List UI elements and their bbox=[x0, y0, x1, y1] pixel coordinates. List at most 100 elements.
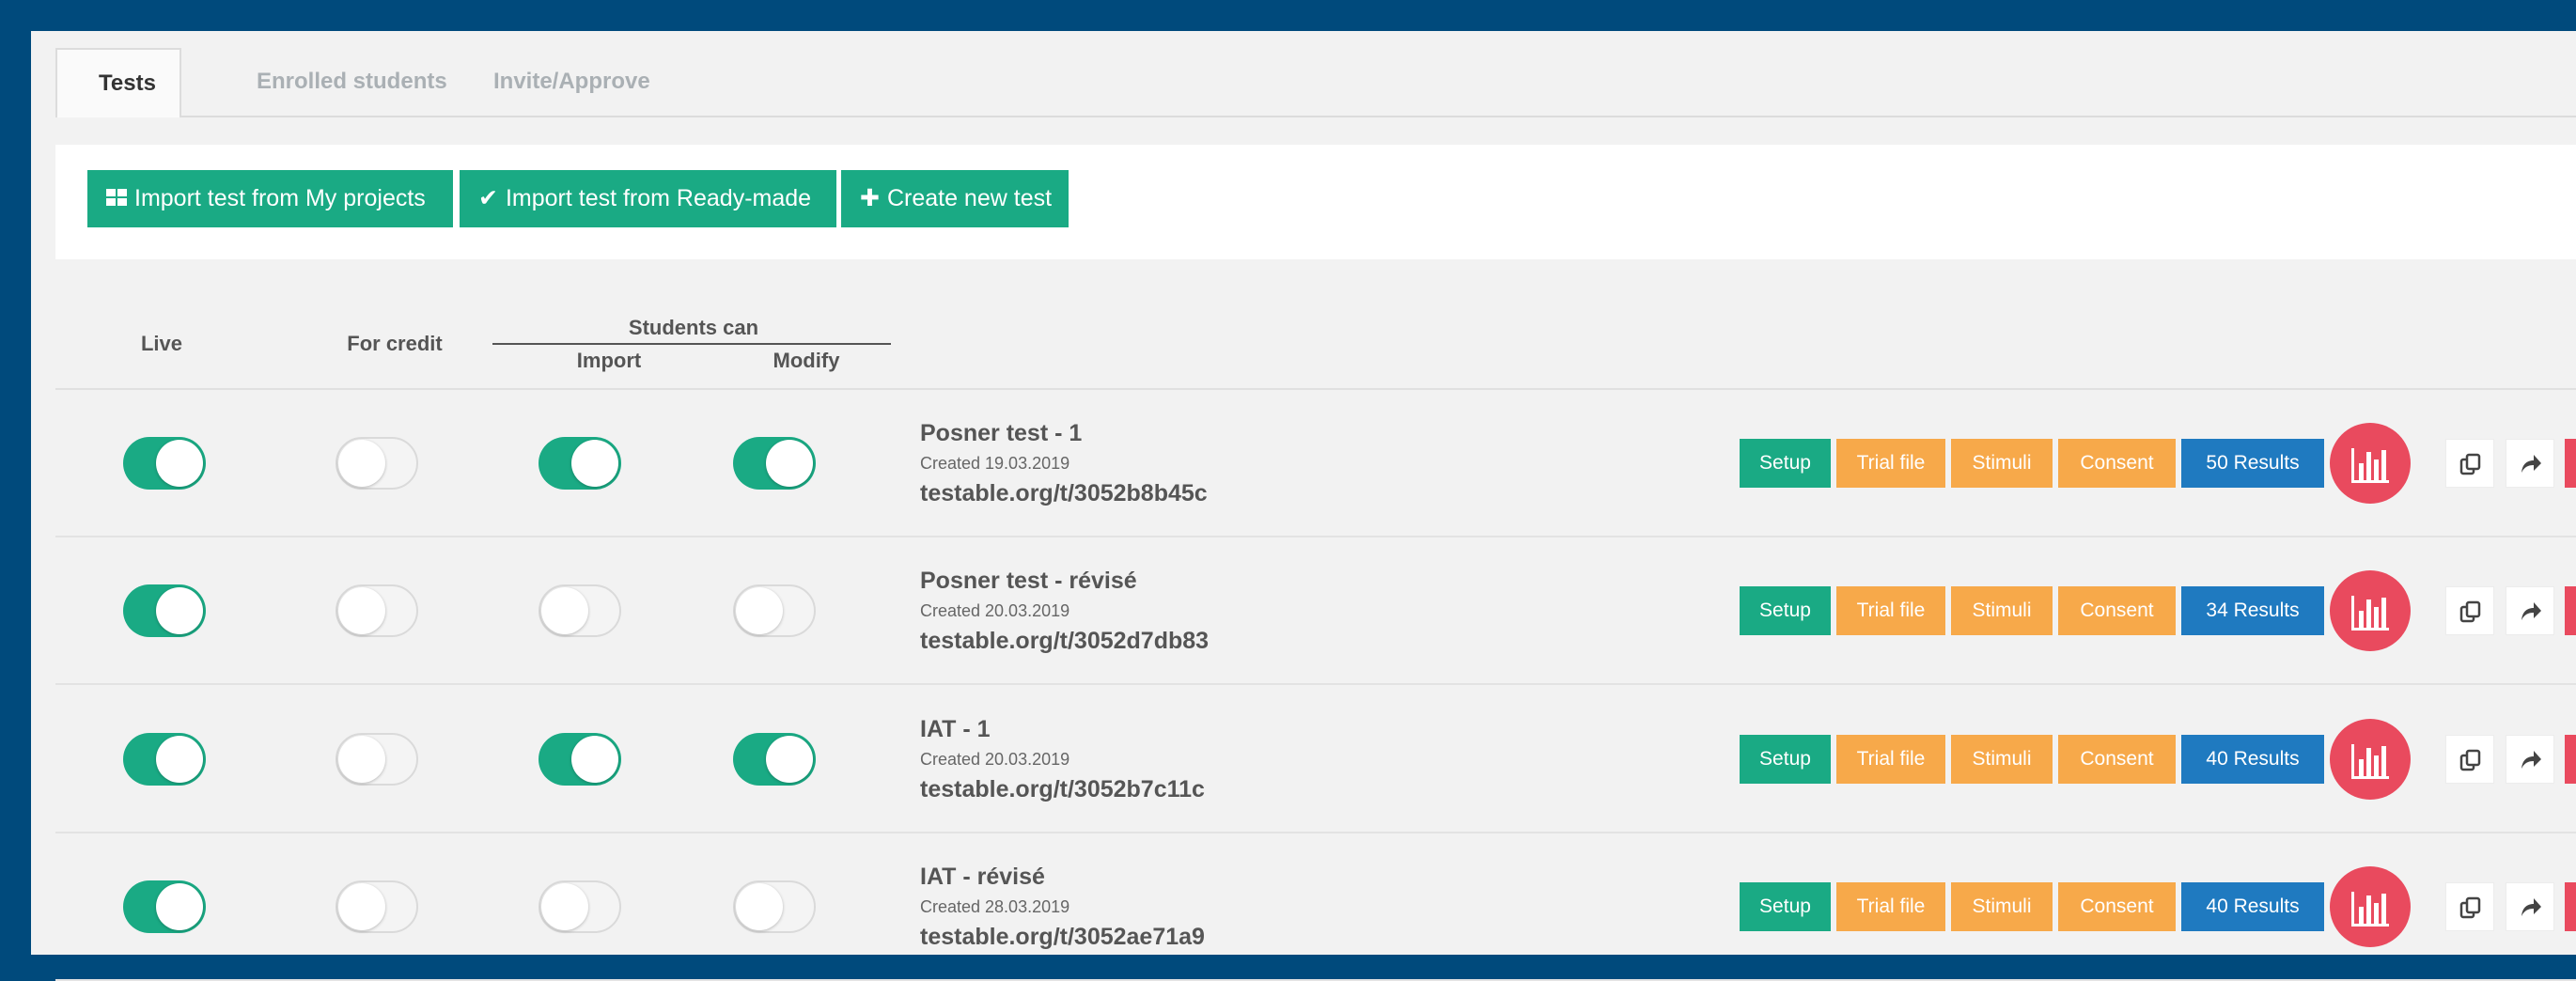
setup-button[interactable]: Setup bbox=[1740, 735, 1831, 784]
for-credit-toggle[interactable] bbox=[336, 733, 418, 786]
copy-icon bbox=[2459, 896, 2481, 919]
tab-tests[interactable]: Tests bbox=[55, 48, 181, 117]
stimuli-button[interactable]: Stimuli bbox=[1951, 439, 2053, 488]
test-url-link[interactable]: testable.org/t/3052b7c11c bbox=[920, 776, 1205, 803]
results-button[interactable]: 34 Results bbox=[2181, 586, 2324, 635]
table-row: Posner test - révisé Created 20.03.2019 te… bbox=[55, 537, 2576, 685]
stimuli-button[interactable]: Stimuli bbox=[1951, 735, 2053, 784]
share-button[interactable] bbox=[2506, 586, 2554, 635]
create-new-test-label: Create new test bbox=[886, 185, 1053, 211]
for-credit-toggle[interactable] bbox=[336, 880, 418, 933]
test-url-link[interactable]: testable.org/t/3052d7db83 bbox=[920, 628, 1209, 655]
results-button[interactable]: 40 Results bbox=[2181, 882, 2324, 931]
analytics-button[interactable] bbox=[2330, 866, 2411, 947]
import-from-projects-label: Import test from My projects bbox=[134, 185, 426, 211]
test-name[interactable]: Posner test - révisé bbox=[920, 568, 1137, 595]
share-arrow-icon bbox=[2521, 751, 2541, 769]
tab-bar: Tests Enrolled students Invite/Approve bbox=[55, 48, 2576, 117]
setup-button[interactable]: Setup bbox=[1740, 586, 1831, 635]
setup-button[interactable]: Setup bbox=[1740, 882, 1831, 931]
results-button[interactable]: 50 Results bbox=[2181, 439, 2324, 488]
import-toggle[interactable] bbox=[539, 880, 621, 933]
live-toggle[interactable] bbox=[123, 584, 206, 637]
bar-chart-icon bbox=[2351, 892, 2389, 926]
import-from-readymade-button[interactable]: ✔ Import test from Ready-made bbox=[460, 170, 836, 227]
toggle-knob bbox=[338, 587, 385, 634]
test-name[interactable]: IAT - révisé bbox=[920, 864, 1045, 891]
modify-toggle[interactable] bbox=[733, 584, 816, 637]
stimuli-button[interactable]: Stimuli bbox=[1951, 882, 2053, 931]
delete-button[interactable] bbox=[2565, 586, 2576, 635]
consent-button[interactable]: Consent bbox=[2058, 586, 2176, 635]
share-arrow-icon bbox=[2521, 455, 2541, 473]
import-toggle[interactable] bbox=[539, 437, 621, 490]
toggle-knob bbox=[156, 587, 203, 634]
table-row: Posner test - 1 Created 19.03.2019 testabl… bbox=[55, 390, 2576, 537]
modify-toggle[interactable] bbox=[733, 880, 816, 933]
analytics-button[interactable] bbox=[2330, 719, 2411, 800]
delete-button[interactable] bbox=[2565, 882, 2576, 931]
toggle-knob bbox=[156, 883, 203, 930]
modify-toggle[interactable] bbox=[733, 733, 816, 786]
import-toggle[interactable] bbox=[539, 584, 621, 637]
consent-button[interactable]: Consent bbox=[2058, 735, 2176, 784]
students-can-divider bbox=[492, 343, 891, 345]
copy-button[interactable] bbox=[2445, 439, 2494, 488]
toggle-knob bbox=[736, 587, 783, 634]
toggle-knob bbox=[571, 440, 618, 487]
trial-file-button[interactable]: Trial file bbox=[1836, 735, 1945, 784]
toggle-knob bbox=[541, 587, 588, 634]
tab-invite-approve[interactable]: Invite/Approve bbox=[452, 48, 692, 116]
share-button[interactable] bbox=[2506, 439, 2554, 488]
modify-toggle[interactable] bbox=[733, 437, 816, 490]
create-new-test-button[interactable]: ✚ Create new test bbox=[841, 170, 1069, 227]
analytics-button[interactable] bbox=[2330, 423, 2411, 504]
consent-button[interactable]: Consent bbox=[2058, 882, 2176, 931]
copy-button[interactable] bbox=[2445, 735, 2494, 784]
consent-button[interactable]: Consent bbox=[2058, 439, 2176, 488]
toggle-knob bbox=[766, 440, 813, 487]
live-toggle[interactable] bbox=[123, 880, 206, 933]
for-credit-toggle[interactable] bbox=[336, 584, 418, 637]
delete-button[interactable] bbox=[2565, 439, 2576, 488]
copy-icon bbox=[2459, 749, 2481, 771]
test-created-date: Created 20.03.2019 bbox=[920, 750, 1070, 769]
live-toggle[interactable] bbox=[123, 437, 206, 490]
main-panel: Tests Enrolled students Invite/Approve I… bbox=[31, 31, 2576, 981]
delete-button[interactable] bbox=[2565, 735, 2576, 784]
column-live: Live bbox=[140, 332, 183, 355]
copy-button[interactable] bbox=[2445, 882, 2494, 931]
results-button[interactable]: 40 Results bbox=[2181, 735, 2324, 784]
stimuli-button[interactable]: Stimuli bbox=[1951, 586, 2053, 635]
analytics-button[interactable] bbox=[2330, 570, 2411, 651]
trial-file-button[interactable]: Trial file bbox=[1836, 882, 1945, 931]
toggle-knob bbox=[156, 440, 203, 487]
bar-chart-icon bbox=[2351, 744, 2389, 779]
for-credit-toggle[interactable] bbox=[336, 437, 418, 490]
toggle-knob bbox=[338, 736, 385, 783]
test-name[interactable]: IAT - 1 bbox=[920, 716, 991, 743]
copy-button[interactable] bbox=[2445, 586, 2494, 635]
copy-icon bbox=[2459, 453, 2481, 475]
import-toggle[interactable] bbox=[539, 733, 621, 786]
share-arrow-icon bbox=[2521, 602, 2541, 620]
share-button[interactable] bbox=[2506, 735, 2554, 784]
setup-button[interactable]: Setup bbox=[1740, 439, 1831, 488]
column-import: Import bbox=[576, 349, 642, 372]
toggle-knob bbox=[541, 883, 588, 930]
grid-icon bbox=[106, 170, 127, 227]
tab-enrolled-students[interactable]: Enrolled students bbox=[215, 48, 489, 116]
test-name[interactable]: Posner test - 1 bbox=[920, 420, 1082, 447]
test-created-date: Created 19.03.2019 bbox=[920, 454, 1070, 473]
test-created-date: Created 20.03.2019 bbox=[920, 601, 1070, 620]
trial-file-button[interactable]: Trial file bbox=[1836, 439, 1945, 488]
plus-icon: ✚ bbox=[860, 185, 880, 211]
column-for-credit: For credit bbox=[347, 332, 443, 355]
share-button[interactable] bbox=[2506, 882, 2554, 931]
test-url-link[interactable]: testable.org/t/3052b8b45c bbox=[920, 480, 1208, 507]
live-toggle[interactable] bbox=[123, 733, 206, 786]
test-url-link[interactable]: testable.org/t/3052ae71a9 bbox=[920, 924, 1205, 951]
import-from-projects-button[interactable]: Import test from My projects bbox=[87, 170, 453, 227]
toggle-knob bbox=[766, 736, 813, 783]
trial-file-button[interactable]: Trial file bbox=[1836, 586, 1945, 635]
